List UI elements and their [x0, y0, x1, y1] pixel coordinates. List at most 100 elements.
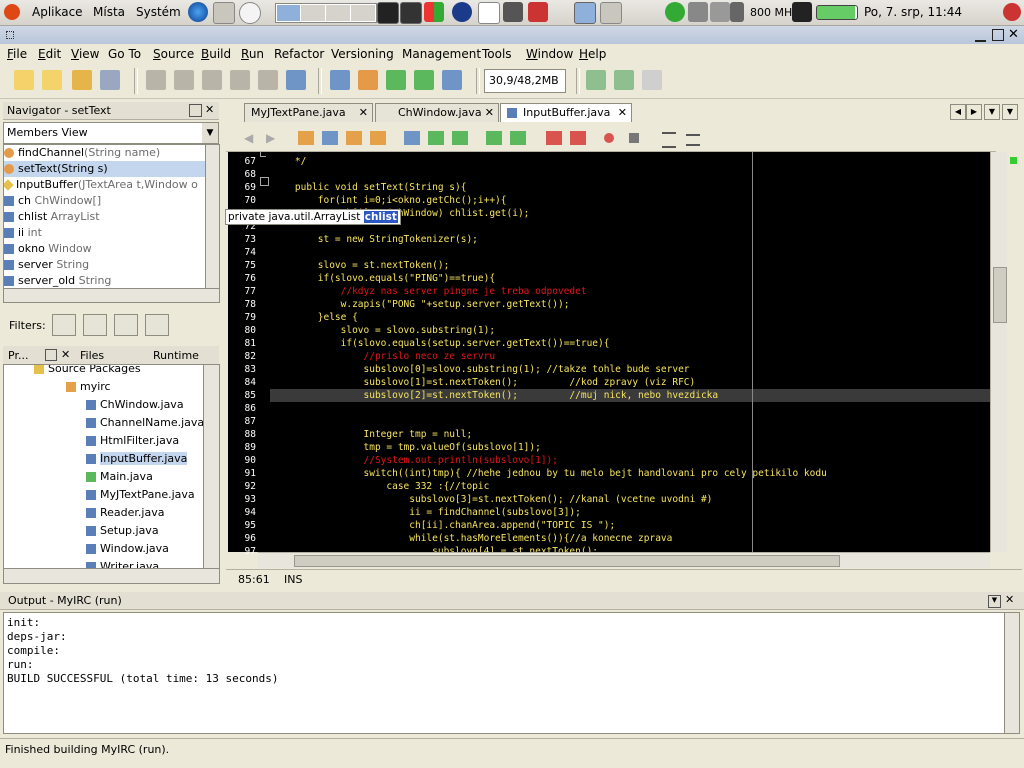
- tree-node-file[interactable]: HtmlFilter.java: [86, 433, 179, 449]
- members-vscrollbar[interactable]: [205, 144, 220, 290]
- menu-management[interactable]: Management: [402, 47, 481, 61]
- monitor-icon[interactable]: [710, 2, 730, 22]
- find-previous-icon[interactable]: [322, 131, 338, 145]
- menu-run[interactable]: Run: [241, 47, 264, 61]
- chevron-down-icon[interactable]: ▼: [202, 123, 218, 143]
- find-icon[interactable]: [286, 70, 306, 90]
- code-line[interactable]: tmp = tmp.valueOf(subslovo[1]);: [272, 442, 541, 453]
- telemetry-icon[interactable]: [642, 70, 662, 90]
- menu-source[interactable]: Source: [153, 47, 194, 61]
- filter-inherited-button[interactable]: [145, 314, 169, 336]
- fold-marker-icon[interactable]: [260, 177, 269, 186]
- menu-view[interactable]: View: [71, 47, 99, 61]
- member-row[interactable]: setText(String s): [4, 161, 206, 177]
- user-icon[interactable]: [665, 2, 685, 22]
- project-tree-vscrollbar[interactable]: [203, 364, 220, 570]
- menu-build[interactable]: Build: [201, 47, 231, 61]
- clock[interactable]: Po, 7. srp, 11:44: [864, 5, 962, 19]
- back-icon[interactable]: ◀: [244, 131, 258, 145]
- redo-icon[interactable]: [258, 70, 278, 90]
- record-icon[interactable]: [604, 133, 614, 143]
- filter-nonpublic-button[interactable]: [114, 314, 138, 336]
- tab-projects[interactable]: Pr...: [8, 349, 28, 362]
- clean-build-icon[interactable]: [358, 70, 378, 90]
- browser-launcher-icon[interactable]: [188, 2, 208, 22]
- tab-scroll-right-icon[interactable]: ▶: [966, 104, 982, 120]
- window-list-icon[interactable]: [600, 2, 622, 24]
- tree-node-file[interactable]: Reader.java: [86, 505, 164, 521]
- paste-icon[interactable]: [202, 70, 222, 90]
- member-row[interactable]: ii int: [4, 225, 42, 241]
- code-line[interactable]: st = new StringTokenizer(s);: [272, 234, 478, 245]
- code-line[interactable]: while(st.hasMoreElements()){//a konecne …: [272, 533, 672, 544]
- tab-files[interactable]: Files: [80, 349, 104, 362]
- code-line[interactable]: subslovo[0]=slovo.substring(1); //takze …: [272, 364, 690, 375]
- close-icon[interactable]: ✕: [1008, 27, 1019, 42]
- code-line[interactable]: */: [272, 156, 306, 167]
- show-desktop-icon[interactable]: [574, 2, 596, 24]
- logout-icon[interactable]: [1003, 3, 1021, 21]
- code-line[interactable]: if(slovo.equals("PING")==true){: [272, 273, 495, 284]
- copy-icon[interactable]: [174, 70, 194, 90]
- toggle-bookmark-icon[interactable]: [452, 131, 468, 145]
- output-console[interactable]: init: deps-jar: compile: run: BUILD SUCCESSF…: [3, 612, 1005, 734]
- menu-window[interactable]: Window: [526, 47, 573, 61]
- run-icon[interactable]: [386, 70, 406, 90]
- debug-icon[interactable]: [414, 70, 434, 90]
- members-hscrollbar[interactable]: [3, 288, 220, 303]
- code-line[interactable]: subslovo[3]=st.nextToken(); //kanal (vce…: [272, 494, 712, 505]
- code-line[interactable]: //System.out.println(subslovo[1]);: [272, 455, 558, 466]
- tab-scroll-left-icon[interactable]: ◀: [950, 104, 966, 120]
- output-close-icon[interactable]: ✕: [1005, 593, 1014, 606]
- comment-icon[interactable]: [662, 132, 676, 148]
- editor-maximize-icon[interactable]: ▼: [1002, 104, 1018, 120]
- tree-node-file[interactable]: Main.java: [86, 469, 153, 485]
- code-line[interactable]: //prislo neco ze servru: [272, 351, 496, 362]
- menu-edit[interactable]: Edit: [38, 47, 61, 61]
- code-hscrollbar[interactable]: [258, 552, 990, 568]
- tab-runtime[interactable]: Runtime: [153, 349, 199, 362]
- undo-icon[interactable]: [230, 70, 250, 90]
- cube-launcher-icon[interactable]: [452, 2, 472, 22]
- member-row[interactable]: okno Window: [4, 241, 92, 257]
- code-line[interactable]: ch[ii].chanArea.append("TOPIC IS ");: [272, 520, 615, 531]
- filter-fields-button[interactable]: [52, 314, 76, 336]
- menu-goto[interactable]: Go To: [108, 47, 141, 61]
- stop-icon[interactable]: [629, 133, 639, 143]
- code-line[interactable]: public void setText(String s){: [272, 182, 467, 193]
- code-line[interactable]: switch((int)tmp){ //hehe jednou by tu me…: [272, 468, 827, 479]
- previous-bookmark-icon[interactable]: [404, 131, 420, 145]
- find-next-icon[interactable]: [346, 131, 362, 145]
- next-bookmark-icon[interactable]: [428, 131, 444, 145]
- fold-marker-icon[interactable]: [260, 151, 266, 157]
- tree-node-package[interactable]: myirc: [66, 379, 111, 395]
- build-icon[interactable]: [330, 70, 350, 90]
- output-minimize-icon[interactable]: ▼: [988, 595, 1001, 608]
- code-line[interactable]: slovo = st.nextToken();: [272, 260, 450, 271]
- workspace-switcher[interactable]: [275, 3, 377, 23]
- new-file-icon[interactable]: [14, 70, 34, 90]
- member-row[interactable]: InputBuffer(JTextArea t,Window o: [4, 177, 198, 193]
- battery-icon[interactable]: [816, 5, 858, 20]
- output-titlebar[interactable]: Output - MyIRC (run) ▼ ✕: [0, 592, 1024, 610]
- code-vscrollbar[interactable]: [990, 152, 1007, 552]
- panel-menu-system[interactable]: Systém: [136, 5, 181, 19]
- code-line[interactable]: if(slovo.equals(setup.server.getText())=…: [272, 338, 610, 349]
- tab-close-icon[interactable]: ✕: [359, 104, 368, 122]
- menu-versioning[interactable]: Versioning: [331, 47, 394, 61]
- open-project-icon[interactable]: [72, 70, 92, 90]
- tab-inputbuffer[interactable]: InputBuffer.java ✕: [500, 103, 632, 122]
- code-line[interactable]: for(int i=0;i<okno.getChc();i++){: [272, 195, 507, 206]
- terminal-applet-icon[interactable]: [792, 2, 812, 22]
- code-line[interactable]: case 332 :{//topic: [272, 481, 489, 492]
- code-line[interactable]: Integer tmp = null;: [272, 429, 473, 440]
- save-all-icon[interactable]: [100, 70, 120, 90]
- navigator-restore-icon[interactable]: [189, 104, 202, 117]
- tree-node-file[interactable]: MyJTextPane.java: [86, 487, 195, 503]
- tree-node-file[interactable]: ChWindow.java: [86, 397, 184, 413]
- uncomment-icon[interactable]: [686, 134, 700, 146]
- run-file-icon[interactable]: [442, 70, 462, 90]
- forward-icon[interactable]: ▶: [266, 131, 280, 145]
- notes-launcher-icon[interactable]: [478, 2, 500, 24]
- window-menu-icon[interactable]: [6, 31, 14, 39]
